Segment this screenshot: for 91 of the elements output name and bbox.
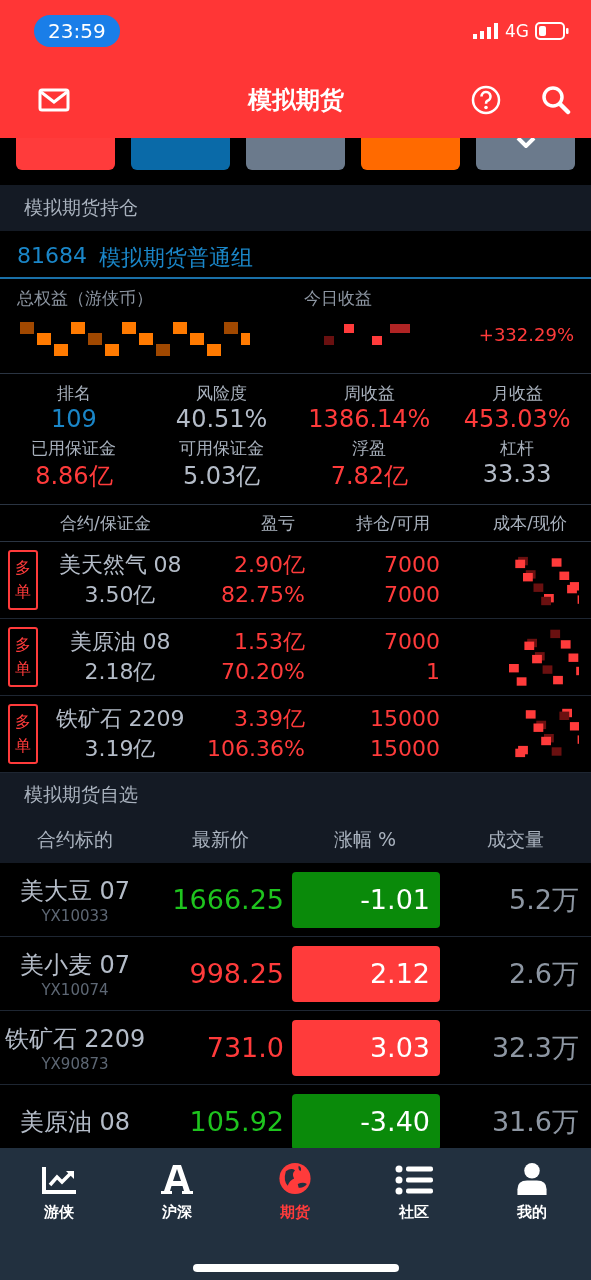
stat-label: 浮盈: [352, 437, 387, 460]
change-percent: -1.01: [292, 871, 440, 928]
pnl-value: 2.90亿: [234, 551, 305, 579]
letter-a-icon: [161, 1163, 194, 1195]
contract-name: 美天然气 08: [58, 551, 182, 579]
column-header: 持仓/可用: [355, 511, 430, 535]
pnl-value: 1.53亿: [234, 628, 305, 656]
contract-name: 美小麦 07: [19, 949, 131, 981]
tab-bar-item[interactable]: 期货: [255, 1162, 336, 1222]
stat-value: 5.03亿: [182, 461, 261, 492]
tab-bar-item[interactable]: 游侠: [19, 1162, 100, 1222]
contract-code: YX10074: [41, 980, 109, 999]
globe-icon: [277, 1162, 314, 1195]
latest-price: 998.25: [188, 958, 285, 989]
tab-bar-item[interactable]: 沪深: [137, 1162, 218, 1222]
tab-bar-item[interactable]: 社区: [373, 1162, 454, 1222]
stat-label: 杠杆: [500, 437, 535, 460]
stat-value: 40.51%: [175, 405, 268, 433]
column-header: 成交量: [486, 827, 545, 852]
pnl-percent: 82.75%: [221, 581, 305, 609]
change-percent: 3.03: [292, 1019, 440, 1076]
change-percent: 2.12: [292, 945, 440, 1002]
stat-label: 风险度: [196, 382, 248, 405]
section-title: 模拟期货自选: [24, 782, 138, 807]
battery-icon: [535, 22, 569, 40]
contract-name: 美大豆 07: [19, 875, 131, 907]
holding-quantity: 7000: [384, 551, 440, 579]
account-id: 81684: [17, 243, 87, 270]
latest-price: 105.92: [188, 1106, 285, 1137]
stat-value: 7.82亿: [330, 461, 409, 492]
contract-name: 美原油 08: [69, 628, 171, 656]
chevron-down-icon: [514, 138, 537, 148]
account-group: 模拟期货普通组: [99, 243, 253, 277]
column-header: 涨幅 %: [332, 827, 398, 852]
change-percent: -3.40: [292, 1093, 440, 1148]
margin-value: 3.50亿: [84, 581, 156, 609]
available-quantity: 15000: [370, 735, 440, 763]
tab-bar-item[interactable]: 我的: [491, 1162, 572, 1222]
status-time: 23:59: [34, 15, 120, 47]
margin-value: 2.18亿: [84, 658, 156, 686]
column-header: 成本/现价: [492, 511, 568, 535]
contract-name: 美原油 08: [19, 1106, 131, 1138]
contract-code: YX90873: [41, 1054, 109, 1073]
network-label: 4G: [505, 21, 529, 41]
stat-label: 周收益: [343, 382, 395, 405]
volume-value: 31.6万: [490, 1104, 580, 1139]
long-position-badge: 多单: [8, 550, 38, 610]
help-icon[interactable]: [471, 85, 501, 115]
volume-value: 5.2万: [508, 882, 580, 917]
stat-label: 可用保证金: [179, 437, 265, 460]
trend-chart-icon: [41, 1165, 78, 1195]
signal-icon: [473, 23, 499, 39]
contract-code: YX10033: [41, 906, 109, 925]
long-position-badge: 多单: [8, 704, 38, 764]
pnl-percent: 106.36%: [207, 735, 305, 763]
stat-label: 已用保证金: [31, 437, 117, 460]
column-header: 盈亏: [260, 511, 296, 535]
long-position-badge: 多单: [8, 627, 38, 687]
column-header: 合约标的: [36, 827, 114, 852]
volume-value: 2.6万: [508, 956, 580, 991]
stat-value: 1386.14%: [308, 405, 431, 433]
column-header: 最新价: [190, 827, 250, 852]
latest-price: 1666.25: [171, 884, 285, 915]
today-profit-label: 今日收益: [304, 287, 373, 310]
volume-value: 32.3万: [490, 1030, 580, 1065]
list-icon: [394, 1165, 433, 1195]
stat-label: 排名: [56, 382, 91, 405]
pnl-value: 3.39亿: [234, 705, 305, 733]
contract-name: 铁矿石 2209: [55, 705, 185, 733]
available-quantity: 7000: [384, 581, 440, 609]
stat-label: 月收益: [491, 382, 543, 405]
holding-quantity: 15000: [370, 705, 440, 733]
holding-quantity: 7000: [384, 628, 440, 656]
today-profit-percent: +332.29%: [478, 323, 574, 345]
page-title: 模拟期货: [247, 85, 344, 116]
stat-value: 33.33: [482, 460, 552, 488]
stat-value: 453.03%: [463, 405, 571, 433]
pnl-percent: 70.20%: [221, 658, 305, 686]
stat-value: 109: [50, 405, 97, 433]
search-icon[interactable]: [541, 85, 571, 115]
section-title: 模拟期货持仓: [24, 195, 138, 220]
user-icon: [514, 1162, 549, 1195]
available-quantity: 1: [426, 658, 440, 686]
equity-label: 总权益（游侠币）: [17, 287, 154, 310]
shortcut-button[interactable]: [476, 138, 575, 170]
stat-value: 8.86亿: [35, 461, 113, 492]
column-header: 合约/保证金: [59, 511, 152, 535]
mail-icon[interactable]: [38, 88, 70, 112]
margin-value: 3.19亿: [84, 735, 156, 763]
latest-price: 731.0: [205, 1032, 285, 1063]
contract-name: 铁矿石 2209: [4, 1023, 146, 1055]
